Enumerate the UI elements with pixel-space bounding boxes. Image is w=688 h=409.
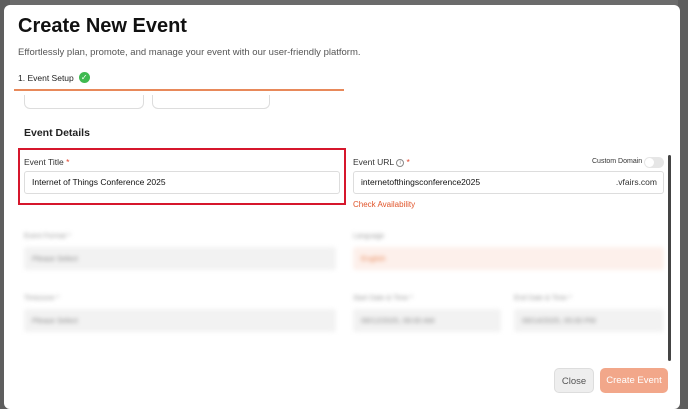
event-format-select[interactable]: Please Select [24, 247, 336, 270]
event-title-input[interactable]: Internet of Things Conference 2025 [24, 171, 340, 194]
check-icon: ✓ [78, 72, 90, 83]
partial-select-field[interactable] [152, 95, 270, 109]
end-date-input[interactable]: 09/14/2025, 05:00 PM [514, 309, 664, 332]
info-icon[interactable]: i [396, 158, 405, 167]
event-title-label: Event Title * [24, 157, 70, 167]
step-label: 1. Event Setup [18, 72, 74, 83]
close-button[interactable]: Close [554, 368, 594, 393]
step-active-indicator [14, 89, 344, 91]
create-event-modal: Create New Event Effortlessly plan, prom… [4, 5, 680, 409]
event-format-label: Event Format * [24, 233, 71, 240]
modal-subtitle: Effortlessly plan, promote, and manage y… [18, 47, 361, 58]
timezone-label: Timezone * [24, 295, 60, 302]
step-event-setup[interactable]: 1. Event Setup ✓ [18, 72, 90, 83]
form-scroll-area[interactable]: Event Details Event Title * Internet of … [14, 95, 674, 357]
event-url-input[interactable]: internetofthingsconference2025 .vfairs.c… [353, 171, 664, 194]
event-url-value: internetofthingsconference2025 [361, 177, 481, 187]
language-select[interactable]: English [353, 247, 664, 270]
url-suffix: .vfairs.com [615, 177, 657, 187]
create-event-button[interactable]: Create Event [600, 368, 668, 393]
section-title: Event Details [24, 127, 90, 139]
start-date-input[interactable]: 09/12/2025, 09:00 AM [353, 309, 501, 332]
language-label: Language [353, 233, 385, 240]
start-date-label: Start Date & Time * [353, 295, 413, 302]
end-date-label: End Date & Time * [514, 295, 572, 302]
partial-select-field[interactable] [24, 95, 144, 109]
modal-title: Create New Event [18, 15, 187, 37]
scrollbar[interactable] [668, 155, 671, 361]
custom-domain-label: Custom Domain [592, 158, 643, 165]
event-url-label: Event URL i * [353, 157, 410, 167]
custom-domain-toggle[interactable] [644, 157, 664, 168]
check-availability-link[interactable]: Check Availability [353, 200, 415, 209]
toggle-knob [645, 158, 654, 167]
timezone-select[interactable]: Please Select [24, 309, 336, 332]
